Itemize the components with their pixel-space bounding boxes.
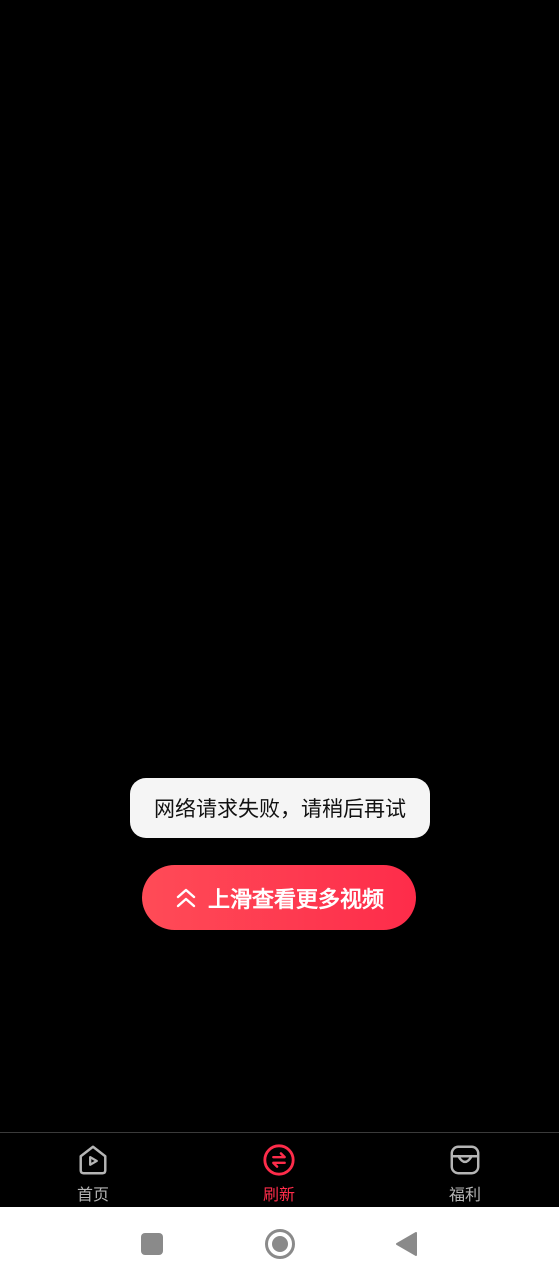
system-home-button[interactable] — [256, 1207, 304, 1280]
swipe-up-more-videos-button[interactable]: 上滑查看更多视频 — [142, 865, 416, 930]
swipe-button-label: 上滑查看更多视频 — [207, 887, 384, 913]
tab-home[interactable]: 首页 — [53, 1143, 133, 1205]
circle-home-icon — [265, 1228, 295, 1259]
refresh-swap-icon — [263, 1144, 295, 1176]
system-navigation-bar — [0, 1207, 559, 1280]
welfare-bag-icon — [450, 1145, 480, 1175]
recent-apps-button[interactable] — [128, 1207, 176, 1280]
tab-refresh[interactable]: 刷新 — [239, 1143, 319, 1205]
tab-home-label: 首页 — [76, 1185, 109, 1204]
tab-welfare-label: 福利 — [448, 1185, 481, 1204]
toast-message: 网络请求失败，请稍后再试 — [154, 797, 406, 821]
triangle-back-icon — [396, 1231, 417, 1256]
bottom-tab-bar: 首页 刷新 福利 — [0, 1132, 559, 1207]
system-back-button[interactable] — [382, 1207, 430, 1280]
error-toast: 网络请求失败，请稍后再试 — [130, 778, 430, 838]
tab-welfare[interactable]: 福利 — [425, 1143, 505, 1205]
home-play-icon — [79, 1145, 107, 1175]
double-chevron-up-icon — [176, 888, 196, 907]
square-recent-icon — [141, 1232, 163, 1255]
app-screen: 网络请求失败，请稍后再试 上滑查看更多视频 首页 刷新 福利 — [0, 0, 559, 1280]
video-player-area[interactable] — [0, 0, 559, 1132]
tab-refresh-label: 刷新 — [262, 1185, 295, 1204]
